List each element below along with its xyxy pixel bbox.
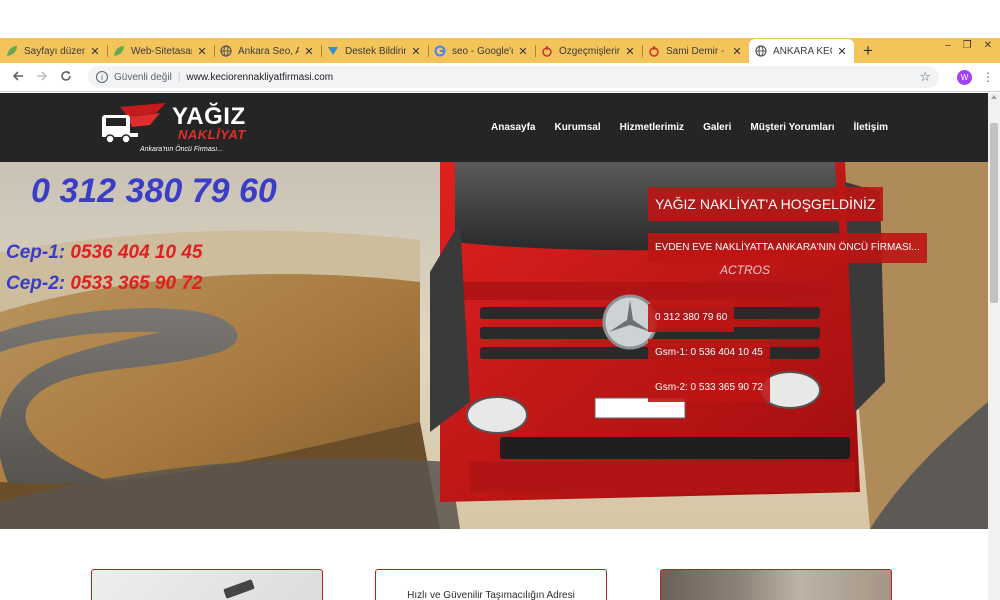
hero-badge-phone: 0 312 380 79 60 — [648, 304, 735, 332]
feature-card-1[interactable] — [91, 569, 323, 600]
cep1-label: Cep-1: — [6, 242, 66, 263]
browser-tab-title: Sayfayı düzenle — [24, 45, 85, 57]
info-icon[interactable]: i — [96, 71, 108, 83]
browser-tab[interactable]: Sami Demir - Ö ✕ — [642, 39, 749, 63]
close-icon[interactable]: ✕ — [731, 45, 743, 58]
close-icon[interactable]: ✕ — [836, 45, 848, 58]
close-icon[interactable]: ✕ — [624, 45, 636, 58]
browser-tab-title: ANKARA KEÇİÖ — [773, 45, 832, 57]
support-icon — [327, 45, 339, 57]
scrollbar-thumb[interactable] — [990, 123, 998, 303]
main-navigation: Anasayfa Kurumsal Hizmetlerimiz Galeri M… — [491, 93, 888, 162]
nav-iletisim[interactable]: İletişim — [854, 122, 888, 133]
truck-grille-text: ACTROS — [719, 263, 770, 277]
hero-cep1: Cep-1: 0536 404 10 45 — [6, 242, 202, 264]
reload-button[interactable] — [54, 65, 78, 89]
close-icon[interactable]: ✕ — [89, 45, 101, 58]
page-scrollbar[interactable] — [988, 93, 1000, 600]
browser-tab[interactable]: Destek Bildirim ✕ — [321, 39, 428, 63]
site-logo[interactable]: YAĞIZ NAKLİYAT Ankara'nın Öncü Firması..… — [98, 99, 258, 155]
browser-tab[interactable]: Ankara Seo, An ✕ — [214, 39, 321, 63]
nav-anasayfa[interactable]: Anasayfa — [491, 122, 535, 133]
browser-tab-strip: Sayfayı düzenle ✕ Web-Sitetasarım ✕ Anka… — [0, 38, 1000, 63]
feature-cards: Hızlı ve Güvenilir Taşımacılığın Adresi — [0, 569, 988, 600]
scroll-up-icon[interactable] — [991, 95, 997, 99]
browser-tab[interactable]: seo - Google'd ✕ — [428, 39, 535, 63]
nav-musteri-yorumlari[interactable]: Müşteri Yorumları — [750, 122, 834, 133]
url-omnibox[interactable]: i Güvenli değil | www.keciorennakliyatfi… — [88, 66, 939, 88]
logo-brand-sub: NAKLİYAT — [178, 127, 246, 142]
browser-tab-title: Web-Sitetasarım — [131, 45, 192, 57]
new-tab-button[interactable]: + — [854, 39, 882, 63]
omnibox-separator: | — [177, 71, 181, 83]
arrow-left-icon — [12, 69, 24, 85]
truck-logo-icon — [102, 103, 166, 144]
globe-icon — [220, 45, 232, 57]
hero-cep2: Cep-2: 0533 365 90 72 — [6, 273, 202, 295]
hero-badge-gsm2: Gsm-2: 0 533 365 90 72 — [648, 374, 770, 402]
window-controls: – ❐ ✕ — [945, 38, 992, 52]
hand-icon — [648, 45, 660, 57]
cep1-number: 0536 404 10 45 — [70, 242, 203, 263]
browser-tab-title: Destek Bildirim — [345, 45, 406, 57]
cep2-number: 0533 365 90 72 — [70, 273, 203, 294]
feature-card-3[interactable] — [660, 569, 892, 600]
logo-tagline: Ankara'nın Öncü Firması... — [140, 146, 224, 153]
security-label[interactable]: Güvenli değil — [114, 72, 172, 83]
page-top-blank — [0, 0, 1000, 38]
feature-card-2[interactable]: Hızlı ve Güvenilir Taşımacılığın Adresi — [375, 569, 607, 600]
hero-badge-gsm1: Gsm-1: 0 536 404 10 45 — [648, 339, 770, 367]
feature-card-text: Hızlı ve Güvenilir Taşımacılığın Adresi — [407, 590, 575, 600]
leaf-icon — [6, 45, 18, 57]
browser-tab-active[interactable]: ANKARA KEÇİÖ ✕ — [749, 39, 854, 63]
page-viewport: YAĞIZ NAKLİYAT Ankara'nın Öncü Firması..… — [0, 93, 1000, 600]
hero-slogan-caption: EVDEN EVE NAKLİYATTA ANKARA'NIN ÖNCÜ FİR… — [648, 233, 927, 263]
nav-hizmetlerimiz[interactable]: Hizmetlerimiz — [620, 122, 684, 133]
browser-tab-title: Özgeçmişlerim — [559, 45, 620, 57]
window-close-icon[interactable]: ✕ — [984, 40, 992, 51]
close-icon[interactable]: ✕ — [410, 45, 422, 58]
address-bar: i Güvenli değil | www.keciorennakliyatfi… — [0, 63, 1000, 92]
hero-welcome-caption: YAĞIZ NAKLİYAT'A HOŞGELDİNİZ — [648, 187, 883, 221]
browser-menu-icon[interactable]: ⋮ — [982, 71, 994, 83]
cep2-label: Cep-2: — [6, 273, 66, 294]
url-text[interactable]: www.keciorennakliyatfirmasi.com — [186, 72, 333, 83]
browser-tab[interactable]: Özgeçmişlerim ✕ — [535, 39, 642, 63]
browser-tab-title: Ankara Seo, An — [238, 45, 299, 57]
hand-icon — [541, 45, 553, 57]
pen-image — [223, 579, 255, 599]
close-icon[interactable]: ✕ — [196, 45, 208, 58]
maximize-icon[interactable]: ❐ — [963, 40, 972, 51]
hero-slider: ACTROS 0 312 380 79 60 Cep-1: 0536 404 1… — [0, 162, 988, 529]
globe-icon — [755, 45, 767, 57]
minimize-icon[interactable]: – — [945, 40, 951, 51]
arrow-right-icon — [36, 69, 48, 85]
back-button[interactable] — [6, 65, 30, 89]
forward-button[interactable] — [30, 65, 54, 89]
site-header: YAĞIZ NAKLİYAT Ankara'nın Öncü Firması..… — [0, 93, 988, 162]
close-icon[interactable]: ✕ — [517, 45, 529, 58]
bookmark-star-icon[interactable]: ☆ — [919, 69, 931, 85]
nav-galeri[interactable]: Galeri — [703, 122, 731, 133]
nav-kurumsal[interactable]: Kurumsal — [554, 122, 600, 133]
browser-tab[interactable]: Sayfayı düzenle ✕ — [0, 39, 107, 63]
reload-icon — [60, 69, 72, 85]
google-icon — [434, 45, 446, 57]
leaf-icon — [113, 45, 125, 57]
browser-tab-title: seo - Google'd — [452, 45, 513, 57]
hero-phone-number: 0 312 380 79 60 — [31, 172, 277, 210]
browser-tab[interactable]: Web-Sitetasarım ✕ — [107, 39, 214, 63]
browser-tab-title: Sami Demir - Ö — [666, 45, 727, 57]
profile-avatar[interactable]: W — [957, 69, 972, 85]
close-icon[interactable]: ✕ — [303, 45, 315, 58]
